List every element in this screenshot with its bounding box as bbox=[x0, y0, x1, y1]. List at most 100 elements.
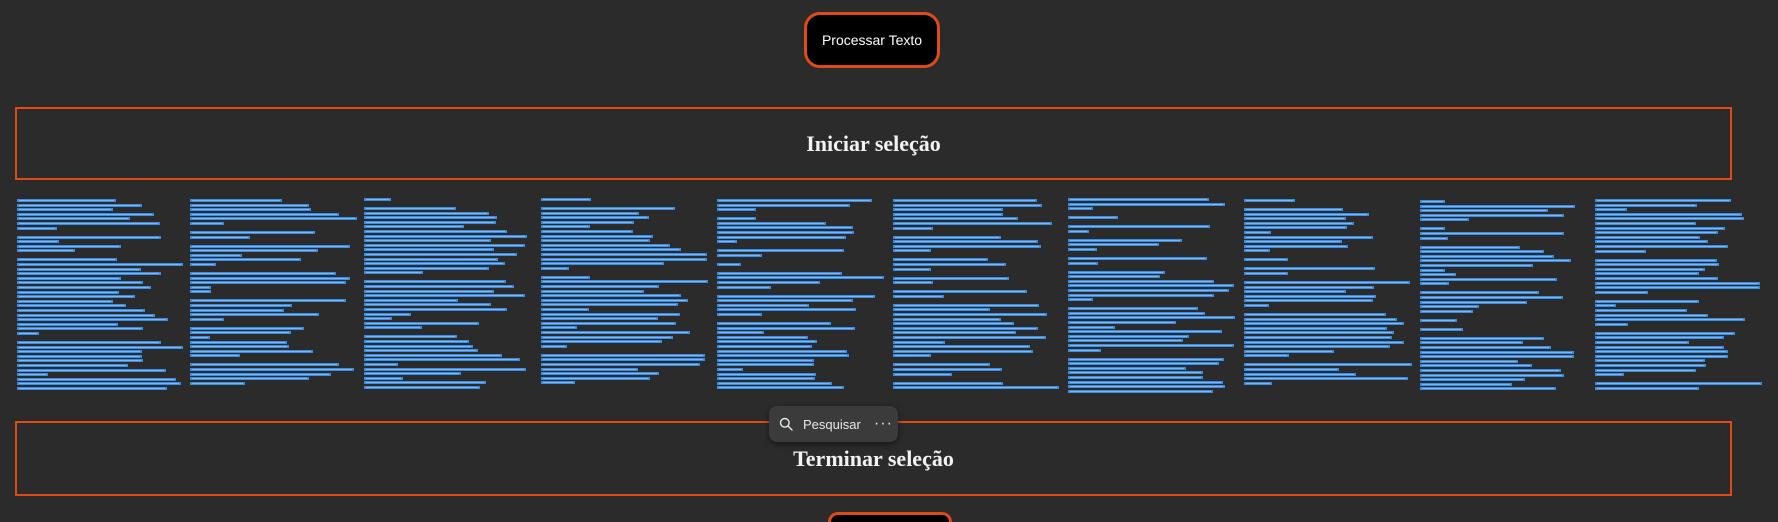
selected-text-line bbox=[541, 230, 633, 233]
text-column bbox=[541, 196, 713, 396]
more-options-button[interactable]: ··· bbox=[869, 406, 898, 442]
selected-text-line bbox=[364, 211, 489, 215]
selected-text-line bbox=[717, 203, 850, 207]
selected-text-line bbox=[717, 386, 844, 390]
selected-text-line bbox=[1068, 371, 1203, 375]
selected-text-line bbox=[541, 363, 700, 366]
selected-text-line bbox=[541, 225, 590, 229]
selected-text-line bbox=[364, 372, 461, 376]
selected-text-line bbox=[190, 340, 287, 344]
selected-text-line bbox=[1595, 222, 1696, 225]
selected-text-line bbox=[17, 217, 130, 221]
selected-text-line bbox=[893, 363, 990, 367]
text-column bbox=[190, 196, 362, 396]
selected-text-line bbox=[717, 294, 875, 298]
selected-text-line bbox=[541, 372, 659, 376]
selected-text-line bbox=[1420, 378, 1525, 382]
selected-text-line bbox=[1420, 204, 1575, 208]
selected-text-line bbox=[1068, 243, 1159, 247]
selected-text-line bbox=[1244, 235, 1373, 239]
selected-text-line bbox=[1420, 218, 1469, 222]
selected-text-line bbox=[364, 280, 506, 284]
selected-text-line bbox=[364, 312, 411, 316]
selected-text-line bbox=[541, 326, 577, 330]
selected-text-line bbox=[17, 350, 142, 354]
selected-text-line bbox=[1244, 281, 1410, 284]
selected-text-line bbox=[541, 335, 673, 339]
selected-text-line bbox=[1068, 207, 1093, 211]
selected-text-line bbox=[541, 285, 659, 288]
selected-text-line bbox=[190, 290, 211, 294]
selected-text-line bbox=[364, 317, 392, 321]
selected-text-line bbox=[541, 248, 681, 252]
selected-text-line bbox=[17, 382, 181, 386]
selected-text-line bbox=[17, 332, 39, 335]
selected-text-line bbox=[893, 217, 1018, 221]
selected-text-line bbox=[1068, 344, 1234, 347]
selected-text-line bbox=[893, 349, 1033, 353]
selected-text-line bbox=[190, 354, 240, 358]
selected-text-line bbox=[1244, 226, 1347, 230]
start-selection-marker[interactable]: Iniciar seleção bbox=[15, 107, 1732, 180]
selected-text-line bbox=[1595, 290, 1648, 294]
selected-text-area[interactable] bbox=[0, 196, 1778, 396]
selected-text-line bbox=[1244, 381, 1272, 385]
selected-text-line bbox=[1068, 389, 1213, 393]
selected-text-line bbox=[1244, 363, 1412, 367]
selected-text-line bbox=[717, 271, 842, 275]
search-label: Pesquisar bbox=[803, 416, 861, 432]
selected-text-line bbox=[1068, 225, 1210, 229]
search-button[interactable]: Pesquisar bbox=[769, 406, 869, 442]
selected-text-line bbox=[1420, 336, 1544, 340]
selected-text-line bbox=[1595, 373, 1624, 377]
selected-text-line bbox=[190, 281, 346, 285]
selected-text-line bbox=[1595, 313, 1708, 317]
selected-text-line bbox=[1420, 309, 1473, 313]
selected-text-line bbox=[364, 230, 507, 233]
selected-text-line bbox=[893, 276, 1009, 280]
selected-text-line bbox=[1420, 236, 1448, 240]
selected-text-line bbox=[1244, 294, 1376, 298]
selected-text-line bbox=[1244, 244, 1348, 248]
selected-text-line bbox=[541, 298, 688, 302]
selected-text-line bbox=[1420, 245, 1520, 249]
selected-text-line bbox=[17, 304, 126, 308]
process-text-button[interactable]: Processar Texto bbox=[804, 12, 940, 68]
selected-text-line bbox=[190, 308, 284, 312]
selected-text-line bbox=[1068, 298, 1093, 302]
selected-text-line bbox=[893, 303, 1039, 307]
selected-text-line bbox=[541, 344, 567, 348]
selected-text-line bbox=[1595, 336, 1724, 340]
selected-text-line bbox=[1068, 385, 1225, 389]
selected-text-line bbox=[1595, 240, 1708, 244]
start-selection-label: Iniciar seleção bbox=[806, 130, 941, 156]
selected-text-line bbox=[1244, 304, 1269, 307]
selected-text-line bbox=[893, 322, 1014, 326]
selected-text-line bbox=[190, 258, 301, 262]
selected-text-line bbox=[364, 349, 478, 353]
selected-text-line bbox=[364, 367, 526, 371]
selected-text-line bbox=[541, 280, 708, 284]
selected-text-line bbox=[1068, 311, 1205, 315]
next-button-partial[interactable] bbox=[828, 512, 952, 522]
selected-text-line bbox=[541, 198, 591, 201]
selected-text-line bbox=[1420, 369, 1561, 372]
selected-text-line bbox=[17, 244, 121, 248]
selected-text-line bbox=[717, 240, 737, 244]
selected-text-line bbox=[541, 289, 644, 293]
selected-text-line bbox=[717, 345, 812, 348]
selected-text-line bbox=[1420, 277, 1557, 281]
selected-text-line bbox=[541, 294, 681, 298]
selected-text-line bbox=[1595, 263, 1719, 267]
selected-text-line bbox=[17, 299, 113, 303]
selected-text-line bbox=[893, 336, 1046, 339]
selected-text-line bbox=[1420, 387, 1556, 391]
selected-text-line bbox=[1420, 232, 1564, 235]
selected-text-line bbox=[893, 372, 952, 376]
selected-text-line bbox=[1068, 198, 1209, 201]
selected-text-line bbox=[1595, 304, 1616, 308]
selected-text-line bbox=[364, 321, 479, 325]
selected-text-line bbox=[1595, 354, 1728, 358]
selected-text-line bbox=[1068, 348, 1101, 352]
selected-text-line bbox=[541, 216, 649, 220]
